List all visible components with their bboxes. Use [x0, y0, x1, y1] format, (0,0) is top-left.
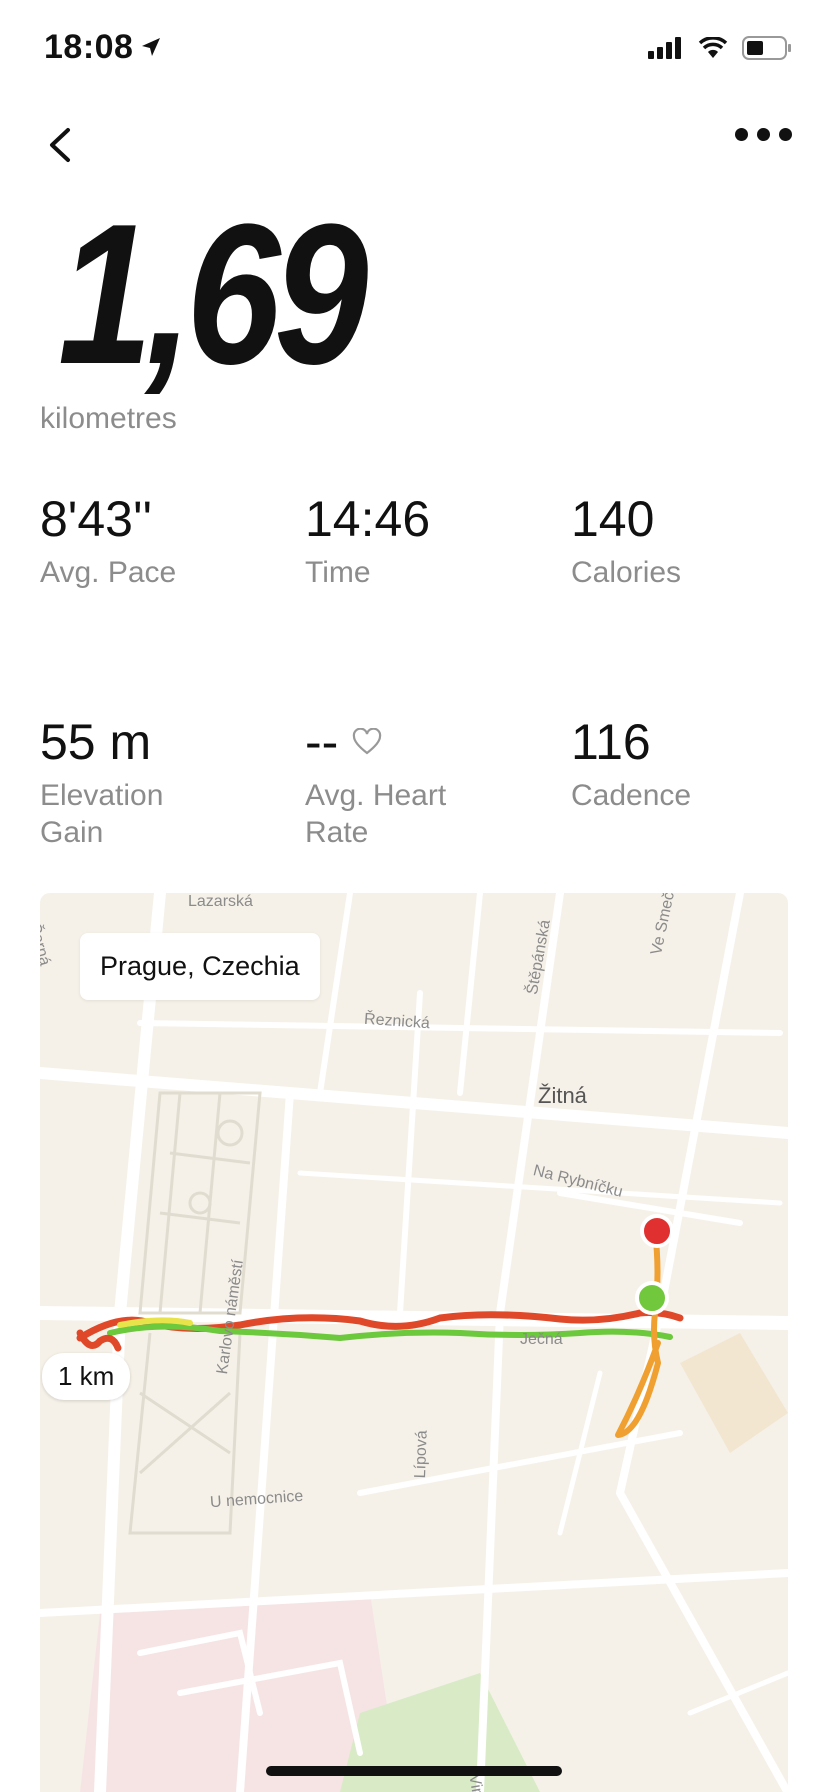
stat-cadence-label: Cadence — [571, 779, 692, 812]
location-arrow-icon — [140, 36, 162, 63]
chevron-left-icon — [50, 128, 70, 162]
distance-value: 1,69 — [58, 183, 368, 406]
stat-calories-label: Calories — [571, 556, 682, 589]
battery-icon — [742, 36, 791, 60]
stat-elevation: 55 m Elevation Gain — [40, 717, 280, 851]
stat-pace-label: Avg. Pace — [40, 556, 177, 589]
heart-icon — [353, 728, 382, 755]
more-options-button[interactable] — [735, 128, 792, 141]
status-icons — [648, 36, 792, 60]
stat-calories: 140 Calories — [571, 494, 811, 591]
street-zitna: Žitná — [538, 1083, 587, 1108]
stat-time: 14:46 Time — [305, 494, 545, 591]
street-lazarska: Lazarská — [188, 893, 253, 910]
route-map[interactable]: Lazarská Černá Řeznická Štěpánská Ve Sme… — [40, 893, 788, 1792]
status-time: 18:08 — [44, 28, 134, 66]
stat-cadence: 116 Cadence — [571, 717, 811, 814]
stat-pace: 8'43'' Avg. Pace — [40, 494, 280, 591]
signal-icon — [648, 37, 681, 59]
stat-heart-rate-label: Avg. Heart Rate — [305, 779, 447, 849]
home-indicator[interactable] — [266, 1766, 562, 1776]
end-marker — [640, 1214, 674, 1248]
stat-pace-value: 8'43'' — [40, 491, 153, 547]
stat-elevation-value: 55 m — [40, 714, 152, 770]
back-button[interactable] — [40, 120, 80, 170]
street-jecna: Ječná — [520, 1331, 563, 1348]
ellipsis-icon — [735, 128, 748, 141]
start-marker — [635, 1281, 669, 1315]
distance-unit: kilometres — [40, 402, 177, 435]
stat-elevation-label: Elevation Gain — [40, 779, 164, 849]
map-location-label: Prague, Czechia — [80, 933, 320, 1000]
stat-time-value: 14:46 — [305, 491, 431, 547]
street-lipova: Lípová — [412, 1429, 431, 1479]
wifi-icon — [698, 37, 728, 58]
stat-time-label: Time — [305, 556, 371, 589]
stat-heart-rate: -- Avg. Heart Rate — [305, 717, 545, 851]
km-marker: 1 km — [42, 1353, 131, 1400]
stat-cadence-value: 116 — [571, 714, 651, 770]
stat-calories-value: 140 — [571, 491, 655, 547]
stat-heart-rate-value: -- — [305, 714, 339, 770]
